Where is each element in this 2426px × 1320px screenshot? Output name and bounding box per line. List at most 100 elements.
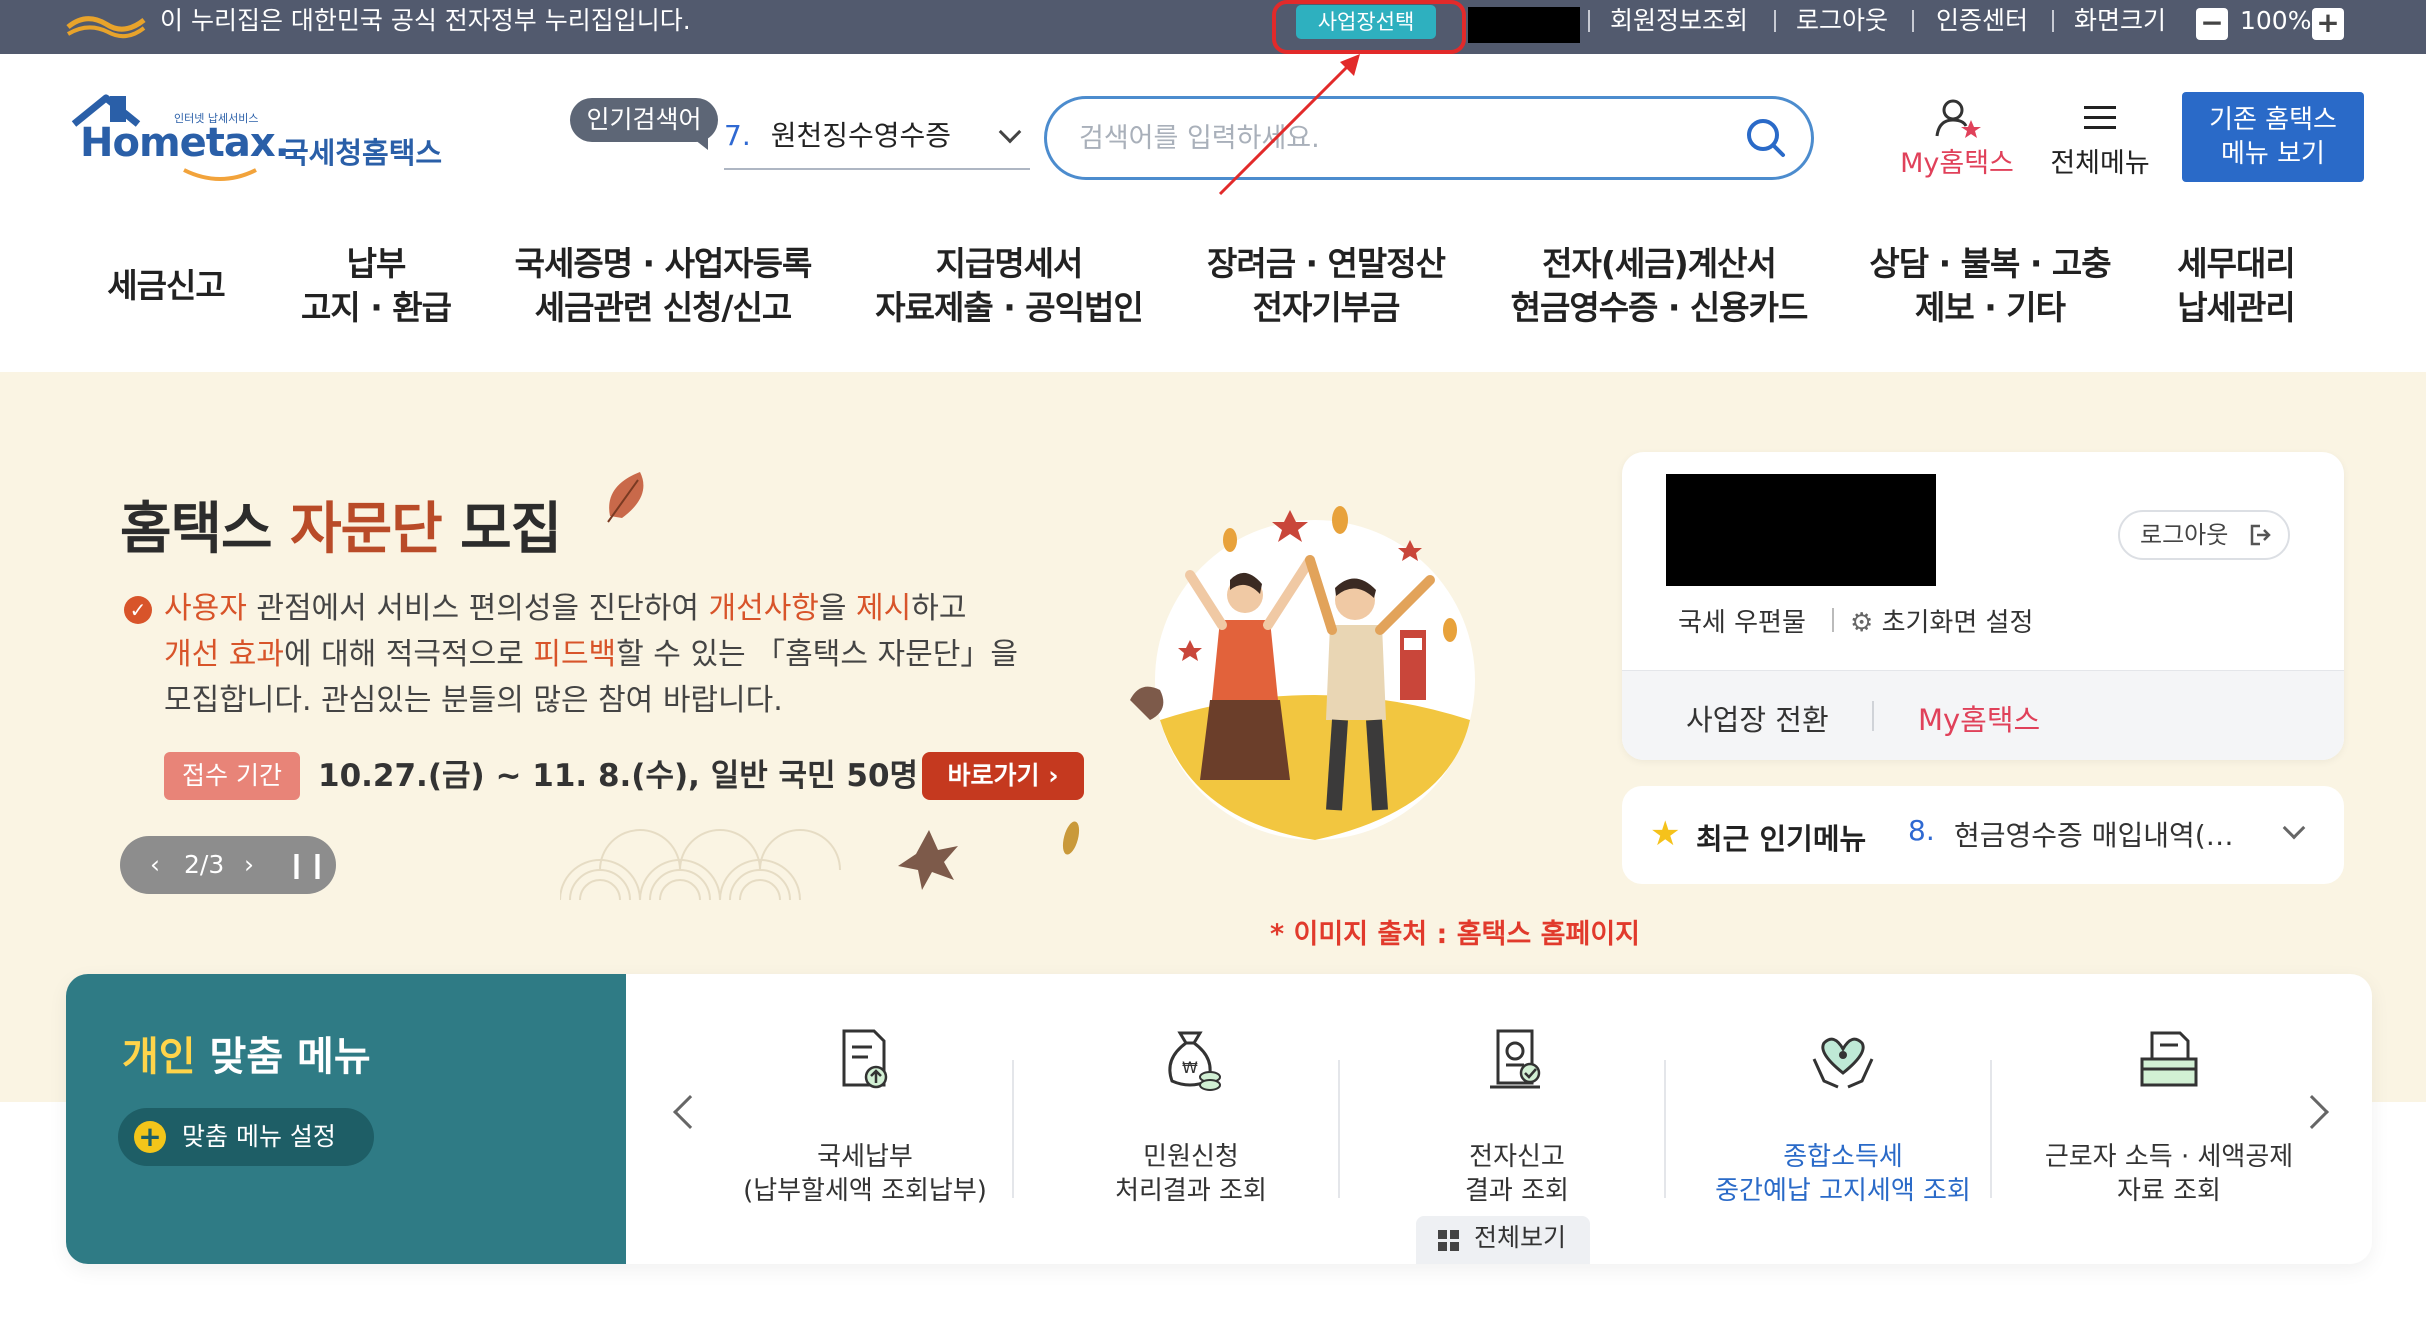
logo-wordmark: Hometax. [80,120,290,166]
nav-label: 세무대리 [2177,244,2295,283]
nav-tax-filing[interactable]: 세금신고 [86,264,246,308]
divider [2052,10,2054,32]
pause-icon[interactable]: ❙❙ [286,836,328,894]
divider [1012,1060,1014,1198]
quick-menu-item[interactable]: ₩ 민원신청 처리결과 조회 [1028,1024,1354,1208]
divider [1338,1060,1340,1198]
logo-smile-icon [183,168,257,181]
go-button[interactable]: 바로가기 › [922,752,1084,800]
quick-menu-item[interactable]: 근로자 소득 · 세액공제 자료 조회 [2006,1024,2332,1208]
chevron-down-icon[interactable] [998,120,1022,144]
zoom-in-button[interactable]: + [2312,8,2344,40]
initial-screen-setting-link[interactable]: ⚙ 초기화면 설정 [1850,602,2033,639]
carousel-pager: ‹ 2/3 › ❙❙ [120,836,336,894]
highlight-text: 사용자 [164,591,247,626]
title-highlight: 자문단 [290,497,443,562]
grid-icon [1438,1230,1460,1252]
body-text: 모집합니다. 관심있는 분들의 많은 참여 바랍니다. [164,683,783,718]
gov-notice-text: 이 누리집은 대한민국 공식 전자정부 누리집입니다. [160,6,691,35]
gear-icon: ⚙ [1850,608,1882,638]
title-part: 모집 [441,497,562,562]
menu-setting-button[interactable]: + 맞춤 메뉴 설정 [118,1108,374,1166]
init-setting-label: 초기화면 설정 [1881,608,2034,638]
nav-label: 납부 [346,244,407,283]
full-menu-button[interactable]: 전체메뉴 [2040,98,2160,180]
nav-incentives[interactable]: 장려금 · 연말정산 전자기부금 [1196,242,1456,330]
tax-payment-icon [842,1029,888,1089]
recent-menu-item[interactable]: 현금영수증 매입내역(… [1954,814,2244,854]
government-emblem-icon [66,16,146,39]
zoom-value: 100% [2240,6,2312,35]
nav-label: 전자(세금)계산서 [1542,244,1777,283]
chevron-right-icon[interactable]: › [244,836,254,894]
leaf-icon [1062,821,1080,855]
image-source-caption: * 이미지 출처 : 홈택스 홈페이지 [1270,919,1640,950]
nav-label: 고지 · 환급 [301,288,452,327]
nav-tax-agent[interactable]: 세무대리 납세관리 [2156,242,2316,330]
popular-rank: 7. [724,119,751,152]
my-hometax-label: My홈택스 [1900,148,2014,179]
highlight-text: 개선사항 [708,591,819,626]
redacted-user-name [1666,474,1936,586]
full-menu-label: 전체메뉴 [2050,148,2150,179]
pager-count: 2/3 [184,850,225,879]
legacy-line1: 기존 홈택스 [2209,105,2337,135]
personal-menu-panel: 개인 맞춤 메뉴 + 맞춤 메뉴 설정 국세납부 (납부할세액 조회납부) ₩ 민… [66,974,2372,1264]
check-circle-icon: ✓ [124,596,152,624]
speech-tail [690,136,708,150]
my-hometax-button[interactable]: My홈택스 [1892,98,2022,180]
highlight-text: 제시 [856,591,912,626]
chevron-down-icon[interactable] [2282,816,2306,840]
body-text: 관점에서 서비스 편의성을 진단하여 [246,591,709,626]
nav-certificate[interactable]: 국세증명 · 사업자등록 세금관련 신청/신고 [508,242,818,330]
quick-menu-item[interactable]: 종합소득세 중간예납 고지세액 조회 [1680,1024,2006,1208]
title-highlight: 개인 [122,1034,196,1080]
heart-hands-icon [1812,1037,1874,1089]
gov-banner-bar: 이 누리집은 대한민국 공식 전자정부 누리집입니다. 사업장선택 회원정보조회… [0,0,2426,54]
highlight-ring [1272,0,1466,54]
star-icon: ★ [1650,814,1681,854]
nav-label: 제보 · 기타 [1915,288,2066,327]
plus-icon: + [134,1121,166,1153]
nav-e-invoice[interactable]: 전자(세금)계산서 현금영수증 · 신용카드 [1496,242,1822,330]
search-icon[interactable] [1743,115,1789,161]
banner-illustration [1130,506,1475,840]
quick-menu-item[interactable]: 전자신고 결과 조회 [1354,1024,1680,1208]
recent-menu-rank: 8. [1908,814,1935,847]
logout-label: 로그아웃 [2140,521,2229,549]
legacy-line2: 메뉴 보기 [2221,139,2325,169]
quick-menu-label: 국세납부 (납부할세액 조회납부) [743,1142,987,1206]
logout-link[interactable]: 로그아웃 [1796,6,1888,36]
card-footer: 사업장 전환 My홈택스 [1622,670,2344,760]
user-info-card: 로그아웃 국세 우편물 ⚙ 초기화면 설정 사업장 전환 My홈택스 [1622,452,2344,760]
menu-setting-label: 맞춤 메뉴 설정 [182,1122,336,1151]
popular-keyword-rolling[interactable]: 7. 원천징수영수증 [724,114,1030,170]
legacy-menu-button[interactable]: 기존 홈택스 메뉴 보기 [2182,92,2364,182]
nav-label: 전자기부금 [1252,288,1401,327]
divider [1912,10,1914,32]
tax-mail-link[interactable]: 국세 우편물 [1678,602,1806,639]
member-info-link[interactable]: 회원정보조회 [1610,6,1748,36]
nav-label: 국세증명 · 사업자등록 [514,244,813,283]
logout-button[interactable]: 로그아웃 [2118,510,2290,560]
chevron-left-icon[interactable]: ‹ [150,836,160,894]
recent-menu-title: 최근 인기메뉴 [1696,822,1867,856]
body-text: 할 수 있는 「홈택스 자문단」을 [616,637,1018,672]
switch-business-link[interactable]: 사업장 전환 [1686,697,1829,739]
my-hometax-link[interactable]: My홈택스 [1918,697,2040,739]
see-all-label: 전체보기 [1474,1223,1567,1252]
banner-title: 홈택스 자문단 모집 [120,484,562,565]
nav-consulting[interactable]: 상담 · 불복 · 고충제보 · 기타 [1860,242,2120,330]
nav-label: 지급명세서 [935,244,1084,283]
cert-center-link[interactable]: 인증센터 [1936,6,2028,36]
search-input[interactable] [1079,117,1719,159]
nav-payment-statement[interactable]: 지급명세서 자료제출 · 공익법인 [864,242,1154,330]
see-all-button[interactable]: 전체보기 [1416,1216,1590,1264]
nav-label: 상담 · 불복 · 고충 [1869,244,2111,283]
nav-label: 세금신고 [107,266,225,305]
recent-popular-menu[interactable]: ★ 최근 인기메뉴 8. 현금영수증 매입내역(… [1622,786,2344,884]
body-text: 하고 [911,591,967,626]
zoom-out-button[interactable]: − [2196,8,2228,40]
quick-menu-item[interactable]: 국세납부 (납부할세액 조회납부) [702,1024,1028,1208]
nav-payment[interactable]: 납부고지 · 환급 [286,242,466,330]
